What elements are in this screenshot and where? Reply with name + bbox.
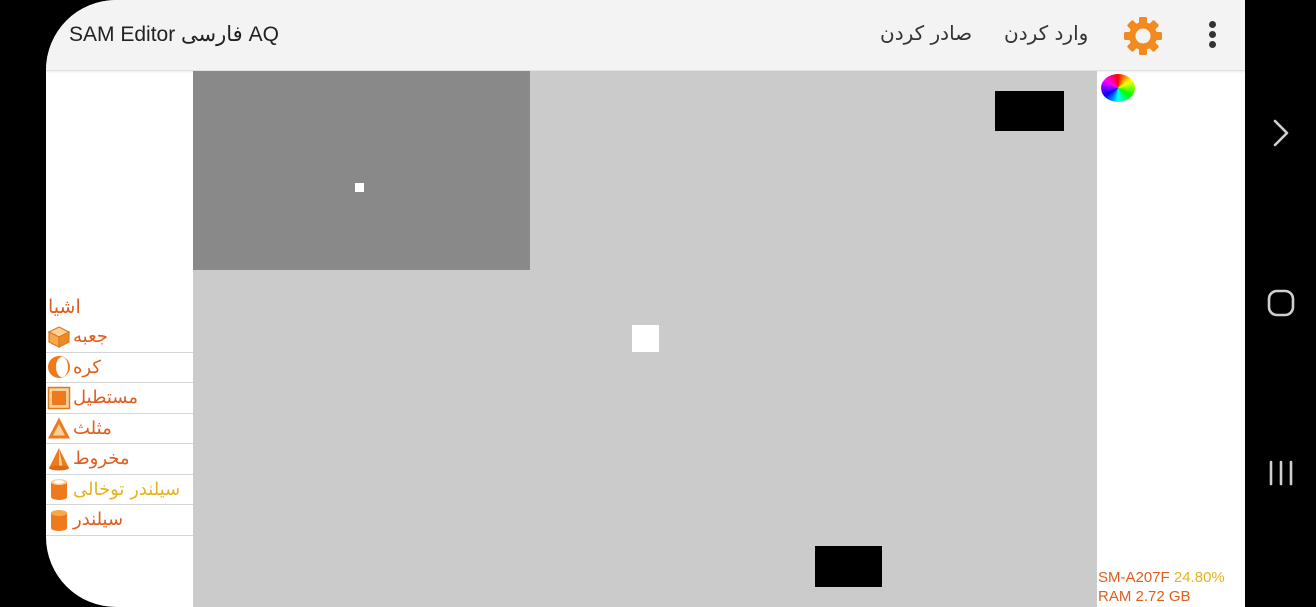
object-label: سیلندر xyxy=(73,509,124,531)
battery-level: 24.80% xyxy=(1173,569,1225,586)
import-menu-item[interactable]: وارد کردن xyxy=(1004,21,1088,45)
overflow-menu-button[interactable] xyxy=(1200,18,1224,54)
object-item-triangle[interactable]: مثلث xyxy=(46,414,193,444)
device-model-line: SM-A207F 24.80% xyxy=(1098,568,1225,587)
object-item-sphere[interactable]: کره xyxy=(46,353,193,383)
color-picker-button[interactable] xyxy=(1101,74,1135,102)
box-icon xyxy=(47,326,71,348)
editor-canvas[interactable] xyxy=(193,71,1097,607)
sphere-icon xyxy=(48,356,70,379)
recent-apps-icon[interactable] xyxy=(1262,454,1300,492)
more-vert-dot xyxy=(1208,41,1216,48)
hollow-cylinder-icon xyxy=(51,479,67,501)
triangle-icon xyxy=(48,417,70,439)
object-label: مخروط xyxy=(73,448,130,470)
object-label: مستطیل xyxy=(73,387,138,409)
object-item-cone[interactable]: مخروط xyxy=(46,444,193,475)
scene-object[interactable] xyxy=(632,325,659,352)
scene-object[interactable] xyxy=(995,91,1064,131)
object-label: مثلث xyxy=(73,417,112,439)
export-menu-item[interactable]: صادر کردن xyxy=(880,21,972,45)
ram-info: RAM 2.72 GB xyxy=(1098,588,1191,605)
object-label: کره xyxy=(73,356,101,378)
app-screen: SAM Editor فارسی AQ صادر کردن وارد کردن xyxy=(46,0,1245,607)
objects-panel: اشیا جعبه کره مستطیل مثلث مخروط سیلندر ت… xyxy=(46,292,193,536)
cone-icon xyxy=(49,447,69,471)
more-vert-dot xyxy=(1208,31,1216,38)
scene-object[interactable] xyxy=(815,546,882,587)
object-label: سیلندر توخالی xyxy=(73,478,181,500)
viewport-marker xyxy=(355,183,364,192)
device-info: SM-A207F 24.80% RAM 2.72 GB xyxy=(1098,568,1225,606)
settings-button[interactable] xyxy=(1122,15,1164,57)
app-bar: SAM Editor فارسی AQ صادر کردن وارد کردن xyxy=(46,0,1245,71)
cylinder-icon xyxy=(51,509,67,531)
chevron-right-icon[interactable] xyxy=(1262,114,1300,152)
home-icon[interactable] xyxy=(1262,284,1300,322)
preview-viewport[interactable] xyxy=(193,71,530,270)
rectangle-icon xyxy=(47,386,71,409)
object-item-rectangle[interactable]: مستطیل xyxy=(46,383,193,414)
app-title: SAM Editor فارسی AQ xyxy=(69,23,279,46)
object-item-hollow-cylinder[interactable]: سیلندر توخالی xyxy=(46,475,193,505)
gear-icon xyxy=(1124,17,1162,55)
object-label: جعبه xyxy=(73,326,108,348)
device-model: SM-A207F xyxy=(1098,569,1170,586)
objects-title: اشیا xyxy=(48,296,81,318)
object-item-box[interactable]: جعبه xyxy=(46,322,193,353)
more-vert-icon xyxy=(1208,21,1216,28)
object-item-cylinder[interactable]: سیلندر xyxy=(46,505,193,536)
